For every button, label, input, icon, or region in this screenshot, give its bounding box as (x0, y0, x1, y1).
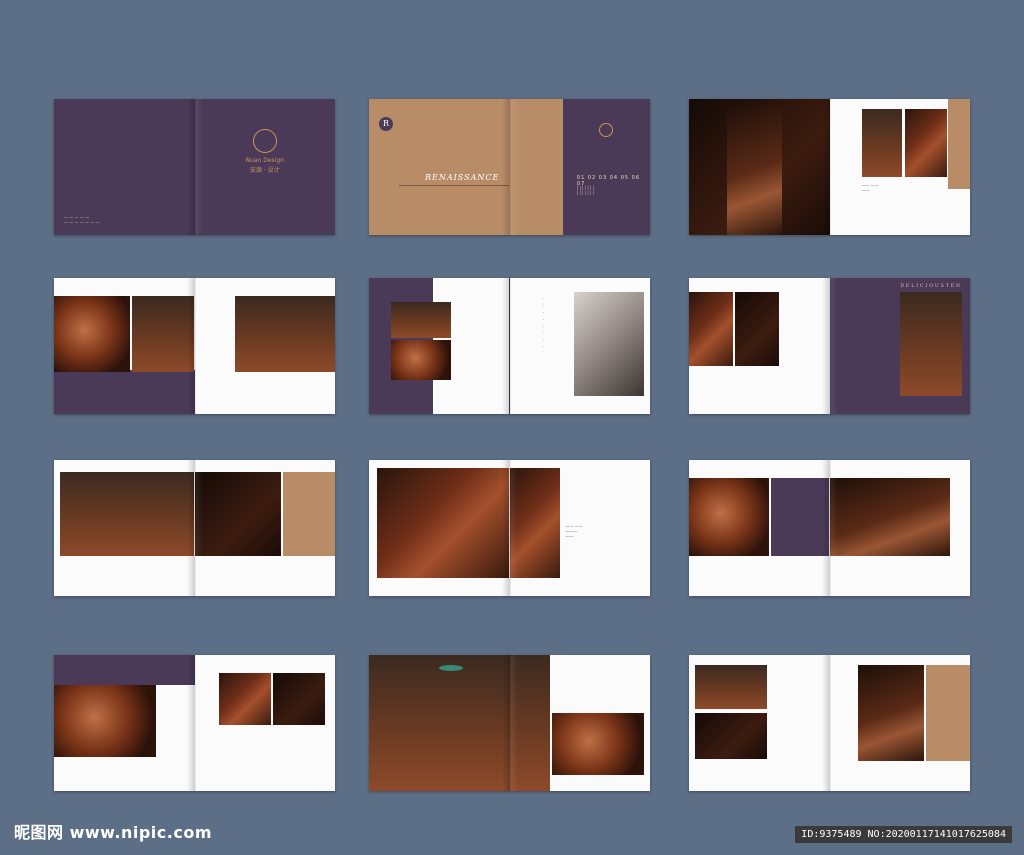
guzheng-image (377, 468, 509, 578)
daybed-image (695, 665, 767, 709)
cover-small-text: — — — — — — — — — — — — (64, 214, 100, 225)
carving-image (54, 296, 130, 372)
detail-image (218, 673, 271, 725)
page-left (689, 278, 830, 414)
r-circle-icon: R (379, 117, 393, 131)
logo-icon (599, 123, 614, 137)
spread-6: DELICIOUSTEN (689, 278, 970, 414)
page-right: 01 02 03 04 05 06 07 | | | | | | | | | | … (509, 99, 650, 235)
page-right: —— —— ——— —— (509, 460, 650, 596)
page-right: DELICIOUSTEN (829, 278, 970, 414)
caption: —— —— ——— —— (565, 524, 583, 540)
spread-10 (54, 655, 335, 791)
page-left (689, 99, 830, 235)
purple-band (54, 655, 195, 685)
page-left: — — — — — — — — — — — — (54, 99, 195, 235)
carving-image (391, 340, 451, 380)
spread-cover: — — — — — — — — — — — — Nuan Design 安源 · … (54, 99, 335, 235)
chapter-text: | | | | | | | | | | | | | | (576, 185, 594, 196)
chair-image (861, 109, 902, 177)
chair-image (272, 673, 325, 725)
page-left (369, 460, 510, 596)
page-left (54, 278, 195, 414)
page-right (829, 655, 970, 791)
room-image (904, 109, 947, 177)
bar-image (60, 472, 194, 556)
page-left (54, 655, 195, 791)
tan-strip (925, 665, 970, 761)
page-left (369, 655, 510, 791)
renaissance-title: RENAISSANCE (425, 173, 500, 182)
spread-9 (689, 460, 970, 596)
screen-image (194, 472, 281, 556)
divider (399, 185, 509, 186)
spread-11 (369, 655, 650, 791)
interior-image (132, 296, 194, 372)
page-right: · · · · · · · · (509, 278, 650, 414)
page-left (54, 460, 195, 596)
guzheng-image-right (509, 468, 560, 578)
page-right (194, 655, 335, 791)
page-right: Nuan Design 安源 · 设计 (194, 99, 335, 235)
spread-3: —— —— —— (689, 99, 970, 235)
spread-4 (54, 278, 335, 414)
medallion-image (54, 685, 156, 757)
tan-strip (282, 472, 335, 556)
dragon-image (857, 665, 924, 761)
carved-panel-image (689, 478, 769, 556)
page-left (689, 655, 830, 791)
logo-text-cn: 安源 · 设计 (249, 167, 280, 174)
table-image (391, 302, 451, 338)
caption: —— —— —— (861, 183, 879, 194)
page-left: R RENAISSANCE (369, 99, 510, 235)
lamp-icon (439, 665, 463, 671)
purple-panel: 01 02 03 04 05 06 07 | | | | | | | | | | … (562, 99, 650, 235)
cabinet-image (899, 292, 962, 396)
page-right (194, 460, 335, 596)
page-left (689, 460, 830, 596)
page-right (829, 460, 970, 596)
page-right (194, 278, 335, 414)
logo-icon (252, 129, 277, 153)
spread-8: —— —— ——— —— (369, 460, 650, 596)
carved-chair-image (727, 105, 782, 235)
carving-image (551, 713, 644, 775)
purple-band (54, 370, 195, 414)
stool-image (735, 292, 779, 366)
page-right: —— —— —— (829, 99, 970, 235)
spread-7 (54, 460, 335, 596)
beads-image (695, 713, 767, 759)
watermark-site: 昵图网 www.nipic.com (14, 823, 212, 842)
watermark-id: ID:9375489 NO:20200117141017625084 (795, 826, 1012, 843)
purple-block (771, 478, 829, 556)
spread-5: · · · · · · · · (369, 278, 650, 414)
scroll-image (829, 478, 950, 556)
page-left (369, 278, 510, 414)
vertical-caption: · · · · · · · · (539, 298, 545, 350)
logo-text-en: Nuan Design (245, 157, 284, 164)
dining-image (234, 296, 335, 372)
armrest-image (689, 292, 733, 366)
room-image-right (509, 655, 550, 791)
delicious-label: DELICIOUSTEN (900, 284, 962, 289)
page-right (509, 655, 650, 791)
statue-image (573, 292, 644, 396)
spread-intro: R RENAISSANCE 01 02 03 04 05 06 07 | | |… (369, 99, 650, 235)
tan-strip (948, 99, 970, 189)
spread-12 (689, 655, 970, 791)
